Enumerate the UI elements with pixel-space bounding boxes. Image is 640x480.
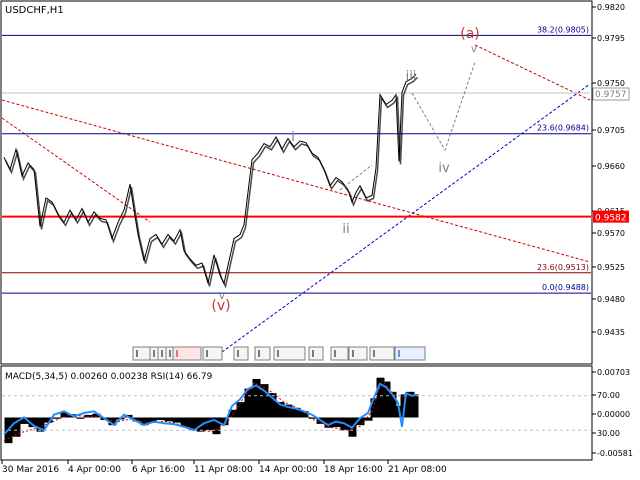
wave-label: iv [438, 161, 450, 176]
price-tick-label: 0.9820 [597, 3, 625, 12]
level-label-38.2: 38.2(0.9805) [537, 25, 589, 34]
macd-bar [236, 402, 245, 418]
time-mark-box [132, 346, 151, 361]
macd-bar [172, 417, 181, 423]
macd-bar [204, 417, 213, 431]
wave-label: iii [406, 69, 417, 84]
level-label-23.6: 23.6(0.9684) [537, 124, 589, 133]
time-mark-box [330, 346, 349, 361]
time-mark-box [308, 346, 324, 361]
price-tick-label: 0.9525 [597, 263, 625, 272]
price-tick-label: 0.9480 [597, 295, 625, 304]
time-mark-box [233, 346, 249, 361]
time-tick-label: 11 Apr 08:00 [194, 465, 253, 475]
macd-bar [410, 394, 419, 418]
time-mark-box [202, 346, 223, 361]
price-tick-label: 0.9570 [597, 229, 625, 238]
price-tick-label: 0.9795 [597, 34, 625, 43]
macd-bar [364, 417, 373, 421]
indicator-tick-label: 70.00 [597, 391, 620, 400]
wave-a-marker-icon: v [471, 44, 477, 55]
time-tick-label: 4 Apr 00:00 [68, 465, 121, 475]
price-tick-label: 0.9660 [597, 162, 625, 171]
time-marks [132, 346, 426, 361]
indicator-tick-label: 0.00703 [597, 368, 630, 377]
price-tick-label: 0.9435 [597, 328, 625, 337]
macd-bar [52, 417, 61, 419]
time-mark-box [348, 346, 368, 361]
time-tick-label: 18 Apr 16:00 [324, 465, 383, 475]
time-tick-label: 30 Mar 2016 [2, 465, 59, 475]
support-price-text: 0.9582 [595, 214, 627, 224]
macd-bar [76, 417, 85, 419]
level-label-23.6-red: 23.6(0.9513) [537, 263, 589, 272]
indicator-tick-label: -0.00581 [597, 449, 633, 458]
time-tick-label: 21 Apr 08:00 [388, 465, 447, 475]
current-price-label: 0.9757 [592, 87, 630, 101]
indicator-tick-label: 30.00 [597, 429, 620, 438]
macd-bar [156, 417, 165, 421]
macd-bar [164, 417, 173, 422]
time-tick-label: 6 Apr 16:00 [132, 465, 185, 475]
chart-canvas: (a)iiiiivii(v)vv USDCHF,H1 0.98200.97950… [0, 0, 640, 480]
time-tick-label: 14 Apr 00:00 [259, 465, 318, 475]
wave-label: ii [342, 222, 349, 237]
level-label-0.0: 0.0(0.9488) [542, 283, 589, 292]
time-mark-box [254, 346, 271, 361]
price-tick-label: 0.9705 [597, 126, 625, 135]
wave-label: (a) [460, 26, 480, 42]
wave-v-marker-icon: v [219, 291, 225, 302]
symbol-label: USDCHF,H1 [5, 5, 64, 16]
current-price-text: 0.9757 [595, 90, 627, 100]
wave-label: i [291, 130, 295, 145]
price-tick-label: 0.9750 [597, 79, 625, 88]
indicator-label: MACD(5,34,5) 0.00260 0.00238 RSI(14) 66.… [5, 372, 213, 382]
indicator-tick-label: 0.00000 [597, 410, 630, 419]
time-mark-box [273, 346, 306, 361]
